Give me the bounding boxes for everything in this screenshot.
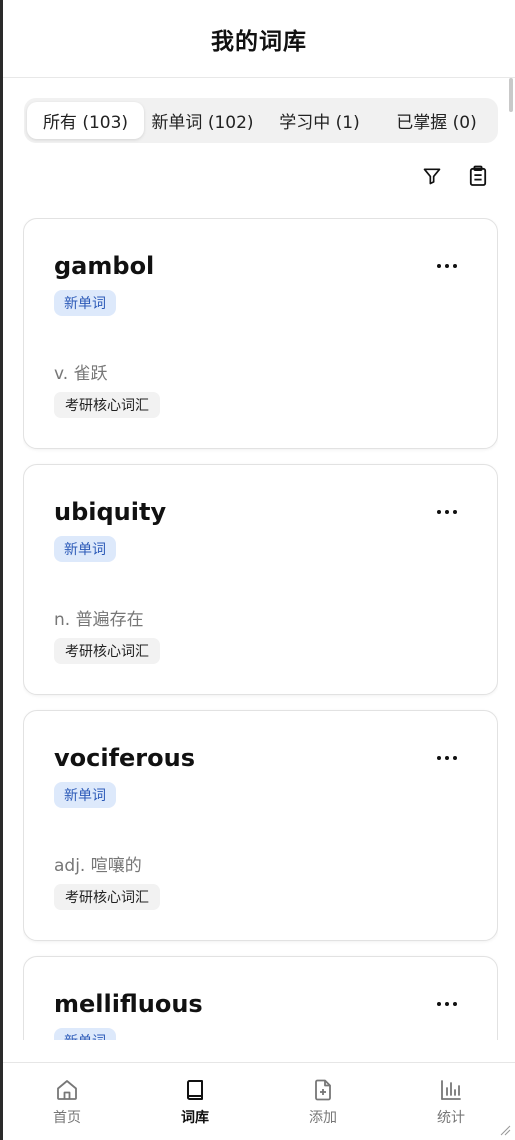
more-options-icon[interactable] bbox=[437, 997, 457, 1011]
word-meaning: adj. 喧嚷的 bbox=[54, 856, 142, 876]
word-tag: 考研核心词汇 bbox=[54, 392, 160, 418]
nav-add[interactable]: 添加 bbox=[259, 1063, 387, 1140]
toolbar bbox=[421, 162, 489, 190]
status-badge: 新单词 bbox=[54, 782, 116, 808]
tab-learning[interactable]: 学习中 (1) bbox=[261, 102, 378, 139]
bottom-nav: 首页 词库 添加 统计 bbox=[3, 1062, 515, 1140]
nav-label: 首页 bbox=[53, 1110, 81, 1126]
scrollbar-thumb[interactable] bbox=[509, 78, 513, 112]
word-card[interactable]: vociferous 新单词 adj. 喧嚷的 考研核心词汇 bbox=[23, 710, 498, 941]
file-plus-icon bbox=[310, 1077, 336, 1103]
word-title: mellifluous bbox=[54, 990, 203, 1018]
app-header: 我的词库 bbox=[3, 0, 515, 78]
bar-chart-icon bbox=[438, 1077, 464, 1103]
more-options-icon[interactable] bbox=[437, 259, 457, 273]
tab-mastered[interactable]: 已掌握 (0) bbox=[378, 102, 495, 139]
status-badge: 新单词 bbox=[54, 290, 116, 316]
nav-stats[interactable]: 统计 bbox=[387, 1063, 515, 1140]
filter-tabs: 所有 (103) 新单词 (102) 学习中 (1) 已掌握 (0) bbox=[24, 98, 498, 143]
word-card[interactable]: gambol 新单词 v. 雀跃 考研核心词汇 bbox=[23, 218, 498, 449]
word-tag: 考研核心词汇 bbox=[54, 884, 160, 910]
book-icon bbox=[182, 1077, 208, 1103]
word-tag: 考研核心词汇 bbox=[54, 638, 160, 664]
status-badge: 新单词 bbox=[54, 536, 116, 562]
word-title: ubiquity bbox=[54, 498, 167, 526]
more-options-icon[interactable] bbox=[437, 505, 457, 519]
more-options-icon[interactable] bbox=[437, 751, 457, 765]
resize-handle-icon[interactable] bbox=[499, 1124, 511, 1136]
word-card[interactable]: ubiquity 新单词 n. 普遍存在 考研核心词汇 bbox=[23, 464, 498, 695]
page-title: 我的词库 bbox=[211, 28, 307, 55]
home-icon bbox=[54, 1077, 80, 1103]
word-meaning: n. 普遍存在 bbox=[54, 610, 144, 630]
window-edge bbox=[0, 0, 3, 1140]
clipboard-icon[interactable] bbox=[467, 162, 489, 190]
nav-label: 添加 bbox=[309, 1110, 337, 1126]
word-meaning: v. 雀跃 bbox=[54, 364, 108, 384]
filter-icon[interactable] bbox=[421, 162, 443, 190]
nav-label: 词库 bbox=[181, 1110, 209, 1126]
tab-new[interactable]: 新单词 (102) bbox=[144, 102, 261, 139]
word-title: vociferous bbox=[54, 744, 195, 772]
status-badge: 新单词 bbox=[54, 1028, 116, 1040]
nav-library[interactable]: 词库 bbox=[131, 1063, 259, 1140]
nav-label: 统计 bbox=[437, 1110, 465, 1126]
nav-home[interactable]: 首页 bbox=[3, 1063, 131, 1140]
word-list: gambol 新单词 v. 雀跃 考研核心词汇 ubiquity 新单词 n. … bbox=[23, 218, 498, 1040]
word-title: gambol bbox=[54, 252, 155, 280]
tab-all[interactable]: 所有 (103) bbox=[27, 102, 144, 139]
word-card[interactable]: mellifluous 新单词 bbox=[23, 956, 498, 1040]
